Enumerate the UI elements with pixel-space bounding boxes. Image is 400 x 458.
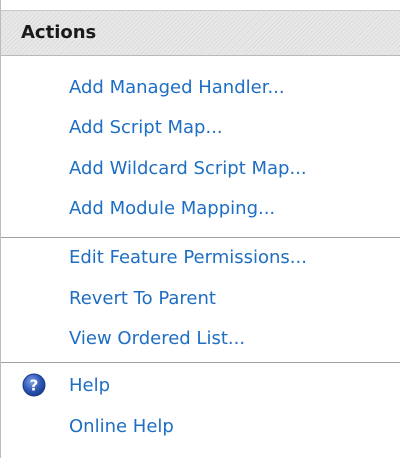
- section-divider: [1, 237, 400, 238]
- add-script-map-link[interactable]: Add Script Map...: [69, 117, 223, 138]
- online-help-link[interactable]: Online Help: [69, 416, 174, 437]
- view-ordered-list-link[interactable]: View Ordered List...: [69, 328, 245, 349]
- actions-header: Actions: [1, 10, 400, 56]
- actions-panel: Actions Add Managed Handler... Add Scrip…: [0, 0, 400, 458]
- revert-to-parent-link[interactable]: Revert To Parent: [69, 288, 216, 309]
- help-link[interactable]: Help: [69, 375, 110, 396]
- add-managed-handler-link[interactable]: Add Managed Handler...: [69, 77, 285, 98]
- add-wildcard-script-map-link[interactable]: Add Wildcard Script Map...: [69, 158, 307, 179]
- add-module-mapping-link[interactable]: Add Module Mapping...: [69, 198, 275, 219]
- section-divider: [1, 362, 400, 363]
- edit-feature-permissions-link[interactable]: Edit Feature Permissions...: [69, 247, 307, 268]
- help-icon: ?: [22, 373, 46, 397]
- svg-text:?: ?: [30, 377, 39, 395]
- actions-title: Actions: [21, 22, 97, 43]
